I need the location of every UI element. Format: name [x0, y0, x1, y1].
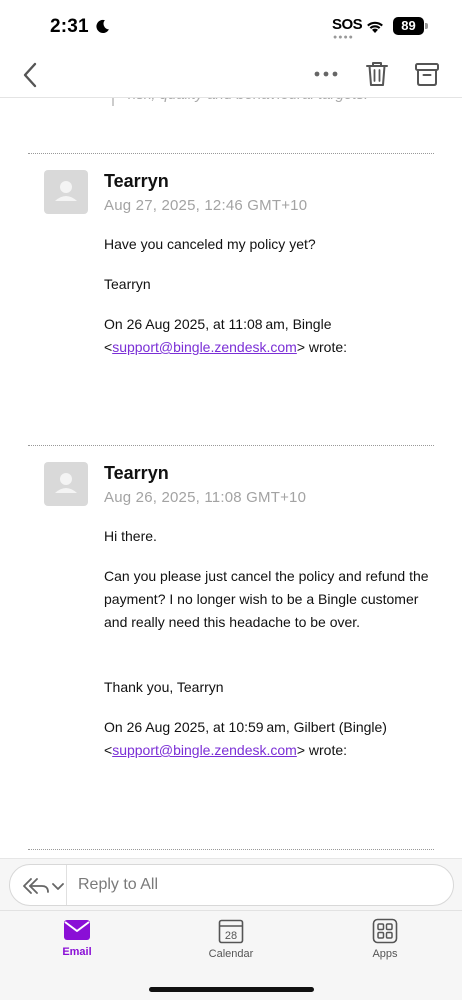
nav-bar	[0, 52, 462, 98]
quote-header-text: On 26 Aug 2025, at 10:59 am, Gilbert (Bi…	[104, 719, 387, 735]
sender-name: Tearryn	[104, 171, 169, 191]
support-email-link[interactable]: support@bingle.zendesk.com	[112, 742, 297, 758]
quote-suffix: > wrote:	[296, 339, 348, 355]
chevron-left-icon[interactable]	[18, 60, 44, 90]
reply-box[interactable]	[9, 864, 454, 906]
tab-label: Calendar	[208, 948, 254, 960]
sos-indicator: SOS	[332, 16, 363, 33]
sender-name: Tearryn	[104, 463, 169, 483]
status-time: 2:31	[50, 16, 89, 37]
quote-header: On 26 Aug 2025, at 11:08 am, Bingle <sup…	[104, 313, 434, 359]
quote-header: On 26 Aug 2025, at 10:59 am, Gilbert (Bi…	[104, 716, 434, 762]
avatar	[44, 462, 88, 506]
quote-lt: <	[104, 339, 113, 355]
quote-suffix: > wrote:	[296, 742, 348, 758]
apps-grid-icon	[372, 918, 398, 944]
calendar-day: 28	[225, 930, 237, 942]
message-datetime: Aug 27, 2025, 12:46 GMT+10	[104, 197, 308, 214]
message-datetime: Aug 26, 2025, 11:08 GMT+10	[104, 489, 307, 506]
reply-input[interactable]	[78, 867, 438, 903]
person-icon	[55, 181, 77, 201]
ellipsis-icon[interactable]	[312, 62, 340, 86]
previous-quote-fragment: risk, quality and behavioural targets.	[112, 98, 368, 106]
email-thread[interactable]: risk, quality and behavioural targets. T…	[0, 98, 462, 858]
wifi-icon	[367, 21, 383, 33]
home-indicator[interactable]	[149, 987, 314, 992]
reply-bar	[0, 858, 462, 910]
avatar	[44, 170, 88, 214]
message-paragraph: Tearryn	[104, 276, 151, 292]
message-paragraph: Can you please just cancel the policy an…	[104, 568, 429, 630]
message-paragraph: Thank you, Tearryn	[104, 679, 224, 695]
message-paragraph: Hi there.	[104, 528, 157, 544]
message-divider	[28, 849, 434, 850]
status-bar: 2:31 SOS ●●●● 89	[0, 0, 462, 52]
battery-indicator: 89	[393, 17, 424, 35]
message-divider	[28, 445, 434, 446]
moon-icon	[96, 19, 109, 33]
envelope-icon	[64, 920, 90, 940]
message-item[interactable]: Tearryn Aug 27, 2025, 12:46 GMT+10 Have …	[0, 170, 462, 380]
tab-label: Email	[62, 946, 92, 958]
tab-bar: Email 28 Calendar Apps	[0, 910, 462, 1000]
tab-apps[interactable]: Apps	[340, 918, 430, 974]
support-email-link[interactable]: support@bingle.zendesk.com	[112, 339, 297, 355]
tab-label: Apps	[372, 948, 398, 960]
tab-calendar[interactable]: 28 Calendar	[186, 918, 276, 974]
message-paragraph: Have you canceled my policy yet?	[104, 236, 316, 252]
signal-dots-icon: ●●●●	[333, 34, 354, 41]
quote-lt: <	[104, 742, 113, 758]
calendar-icon: 28	[218, 919, 244, 944]
tab-email[interactable]: Email	[32, 918, 122, 974]
reply-all-icon[interactable]	[20, 874, 66, 898]
reply-separator	[66, 865, 67, 905]
person-icon	[55, 473, 77, 493]
archive-icon[interactable]	[414, 60, 440, 88]
trash-icon[interactable]	[364, 60, 390, 88]
battery-nub	[425, 23, 428, 29]
message-divider	[28, 153, 434, 154]
message-item[interactable]: Tearryn Aug 26, 2025, 11:08 GMT+10 Hi th…	[0, 462, 462, 802]
quote-header-text: On 26 Aug 2025, at 11:08 am, Bingle	[104, 316, 332, 332]
